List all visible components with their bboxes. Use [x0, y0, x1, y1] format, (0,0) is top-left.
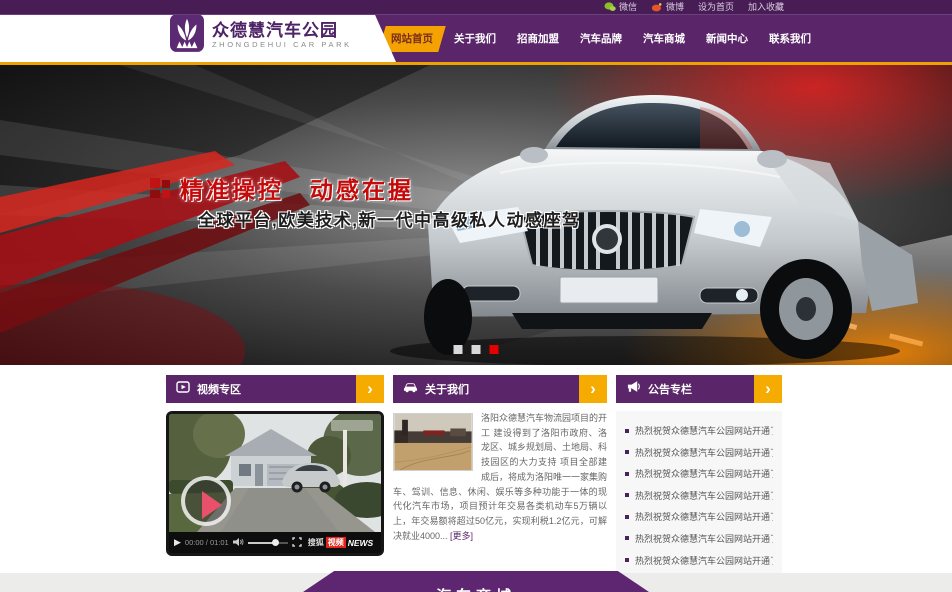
topbar-link-add-favorite[interactable]: 加入收藏: [748, 0, 784, 15]
brand-news-label: NEWS: [348, 538, 374, 548]
logo[interactable]: 众德慧汽车公园 ZHONGDEHUI CAR PARK: [0, 8, 398, 62]
site-title: 众德慧汽车公园: [212, 21, 352, 40]
topbar-link-weibo[interactable]: 微博: [651, 0, 684, 15]
fullscreen-icon[interactable]: [292, 534, 302, 552]
play-button[interactable]: [181, 476, 231, 526]
notice-item[interactable]: 热烈祝贺众德慧汽车公园网站开通了！: [625, 446, 773, 459]
video-panel: 视频专区 ›: [166, 375, 384, 573]
bullet-icon: [625, 515, 629, 519]
nav-item-contact[interactable]: 联系我们: [756, 26, 823, 52]
car-icon: [403, 380, 418, 398]
about-more-link[interactable]: [更多]: [450, 531, 473, 541]
red-squares-icon: [150, 178, 170, 198]
video-controls: ▶ 00:00 / 01:01 搜狐 视频 NEWS: [169, 532, 381, 553]
logo-text: 众德慧汽车公园 ZHONGDEHUI CAR PARK: [212, 21, 352, 50]
site-subtitle: ZHONGDEHUI CAR PARK: [212, 40, 352, 50]
hero-title: 精准操控 动感在握: [180, 171, 414, 205]
hero-banner: 精准操控 动感在握 全球平台,欧美技术,新一代中高级私人动感座驾: [0, 65, 952, 365]
bullet-icon: [625, 558, 629, 562]
carousel-dot-2[interactable]: [472, 345, 481, 354]
topbar-link-label: 微信: [619, 0, 637, 15]
bullet-icon: [625, 493, 629, 497]
notice-item[interactable]: 热烈祝贺众德慧汽车公园网站开通了！: [625, 467, 773, 480]
weibo-icon: [651, 2, 663, 12]
topbar: 微信 微博 设为首页 加入收藏: [0, 0, 952, 15]
volume-icon[interactable]: [233, 534, 244, 552]
video-panel-more-button[interactable]: ›: [356, 375, 384, 403]
volume-slider[interactable]: [248, 542, 288, 544]
about-panel-header: 关于我们 ›: [393, 375, 607, 403]
about-panel-title: 关于我们: [425, 381, 469, 397]
topbar-link-label: 设为首页: [698, 0, 734, 15]
topbar-link-set-home[interactable]: 设为首页: [698, 0, 734, 15]
video-icon: [176, 380, 190, 398]
notice-list: 热烈祝贺众德慧汽车公园网站开通了！ 热烈祝贺众德慧汽车公园网站开通了！ 热烈祝贺…: [616, 411, 782, 592]
carousel-dot-1[interactable]: [454, 345, 463, 354]
notice-item[interactable]: 热烈祝贺众德慧汽车公园网站开通了！: [625, 554, 773, 567]
bullet-icon: [625, 472, 629, 476]
header-accent-line: [0, 62, 952, 65]
video-player: ▶ 00:00 / 01:01 搜狐 视频 NEWS: [166, 411, 384, 556]
nav-item-join[interactable]: 招商加盟: [504, 26, 571, 52]
about-panel: 关于我们 ›: [393, 375, 607, 573]
footer-section-ribbon: 汽车商城: [303, 571, 649, 592]
nav-item-brands[interactable]: 汽车品牌: [567, 26, 634, 52]
megaphone-icon: [626, 380, 641, 398]
topbar-link-label: 微博: [666, 0, 684, 15]
about-panel-more-button[interactable]: ›: [579, 375, 607, 403]
nav-item-news[interactable]: 新闻中心: [693, 26, 760, 52]
content-section: 视频专区 ›: [0, 365, 952, 573]
control-play-icon[interactable]: ▶: [174, 537, 181, 548]
footer-section-title: 汽车商城: [303, 585, 649, 592]
main-nav: 网站首页 关于我们 招商加盟 汽车品牌 汽车商城 新闻中心 联系我们: [382, 15, 952, 62]
notice-item[interactable]: 热烈祝贺众德慧汽车公园网站开通了！: [625, 532, 773, 545]
notice-item[interactable]: 热烈祝贺众德慧汽车公园网站开通了！: [625, 424, 773, 437]
carousel-dot-3[interactable]: [490, 345, 499, 354]
bullet-icon: [625, 450, 629, 454]
topbar-link-label: 加入收藏: [748, 0, 784, 15]
bullet-icon: [625, 536, 629, 540]
nav-item-mall[interactable]: 汽车商城: [630, 26, 697, 52]
hero-subtitle: 全球平台,欧美技术,新一代中高级私人动感座驾: [198, 206, 580, 231]
about-photo: [393, 413, 473, 471]
page: 微信 微博 设为首页 加入收藏: [0, 0, 952, 592]
bullet-icon: [625, 429, 629, 433]
carousel-dots: [454, 345, 499, 354]
nav-item-about[interactable]: 关于我们: [441, 26, 508, 52]
video-time: 00:00 / 01:01: [185, 538, 229, 547]
video-panel-title: 视频专区: [197, 381, 241, 397]
notice-panel-more-button[interactable]: ›: [754, 375, 782, 403]
notice-panel-header: 公告专栏 ›: [616, 375, 782, 403]
hero-title-row: 精准操控 动感在握: [150, 171, 414, 205]
video-panel-header: 视频专区 ›: [166, 375, 384, 403]
about-body: 洛阳众德慧汽车物流园项目的开工 建设得到了洛阳市政府、洛龙区、城乡规划局、土地局…: [393, 411, 607, 543]
notice-panel-title: 公告专栏: [648, 381, 692, 397]
notice-panel: 公告专栏 › 热烈祝贺众德慧汽车公园网站开通了！ 热烈祝贺众德慧汽车公园网站开通…: [616, 375, 782, 573]
lotus-logo-icon: [170, 14, 204, 57]
brand-video-badge: 视频: [326, 537, 346, 548]
topbar-link-wechat[interactable]: 微信: [604, 0, 637, 15]
video-brand: 搜狐 视频 NEWS: [308, 537, 374, 548]
notice-item[interactable]: 热烈祝贺众德慧汽车公园网站开通了！: [625, 510, 773, 523]
notice-item[interactable]: 热烈祝贺众德慧汽车公园网站开通了！: [625, 489, 773, 502]
wechat-icon: [604, 2, 616, 12]
header: 众德慧汽车公园 ZHONGDEHUI CAR PARK 网站首页 关于我们 招商…: [0, 15, 952, 62]
brand-sohu-label: 搜狐: [308, 537, 324, 548]
